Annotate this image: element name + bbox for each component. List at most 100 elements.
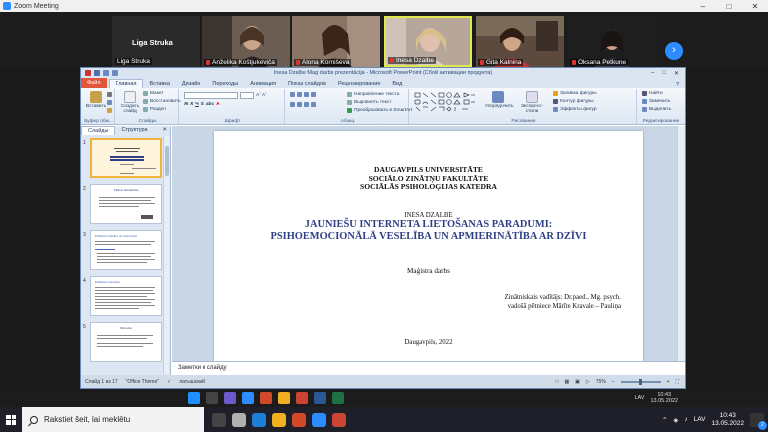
italic-button[interactable]: К [190, 102, 193, 107]
sorter-view-icon[interactable]: ▦ [564, 379, 569, 385]
file-explorer-icon[interactable] [272, 412, 286, 427]
powerpoint-icon[interactable] [296, 392, 308, 404]
shapes-gallery[interactable] [414, 92, 476, 114]
cut-button[interactable] [107, 92, 112, 97]
powerpoint-icon[interactable] [332, 412, 346, 427]
normal-view-icon[interactable]: □ [555, 379, 558, 385]
show-hidden-icon[interactable]: ⌃ [662, 416, 667, 424]
strike-button[interactable]: S [201, 102, 204, 107]
teams-icon[interactable] [224, 392, 236, 404]
close-pane-icon[interactable]: ✕ [159, 126, 170, 135]
participant-tile[interactable]: Alona Korniševa [292, 16, 380, 67]
tab-slideshow[interactable]: Показ слайдов [282, 80, 332, 88]
reset-button[interactable]: Восстановить [143, 99, 181, 104]
select-button[interactable]: Выделить [642, 107, 671, 112]
clock[interactable]: 10:43 13.05.2022 [711, 412, 744, 428]
bold-button[interactable]: Ж [184, 102, 188, 107]
mic-muted-icon [572, 59, 576, 65]
participant-tile[interactable]: Oksana Petkune [568, 16, 656, 67]
slide-thumbnail[interactable]: Pētījuma hipotēze [90, 276, 162, 316]
pane-scroll-thumb[interactable] [165, 146, 169, 176]
tab-outline[interactable]: Структура [115, 126, 153, 135]
editor-scrollbar[interactable] [677, 126, 685, 361]
tab-view[interactable]: Вид [386, 80, 408, 88]
slide-thumbnail[interactable]: Metodes [90, 322, 162, 362]
opera-icon[interactable] [260, 392, 272, 404]
arrange-button[interactable]: Упорядочить [485, 91, 514, 109]
participant-tile[interactable]: Anželika Koštjukeviča [202, 16, 290, 67]
start-icon[interactable] [188, 392, 200, 404]
zoom-icon[interactable] [312, 412, 326, 427]
notes-pane[interactable]: Заметки к слайду [172, 361, 685, 375]
taskbar-search[interactable]: Rakstiet šeit, lai meklētu [22, 407, 204, 432]
zoom-icon[interactable] [242, 392, 254, 404]
pane-scrollbar[interactable] [163, 136, 169, 374]
tab-transitions[interactable]: Переходы [206, 80, 244, 88]
font-name-box[interactable]: Aˆ Aˇ [184, 92, 267, 99]
font-size-grow[interactable]: Aˆ Aˇ [256, 93, 267, 98]
edge-icon[interactable] [252, 412, 266, 427]
participant-tile[interactable]: Gita Kalnina [476, 16, 564, 67]
smartart-button[interactable]: Преобразовать в SmartArt [347, 108, 412, 113]
underline-button[interactable]: Ч [195, 102, 198, 107]
text-direction-button[interactable]: Направление текста [347, 92, 399, 97]
volume-icon[interactable]: ♪ [684, 416, 687, 423]
search-icon[interactable] [206, 392, 218, 404]
tab-home[interactable]: Главная [108, 79, 144, 88]
slide-thumbnail[interactable] [90, 138, 162, 178]
paste-button[interactable]: Вставить [85, 91, 107, 109]
excel-icon[interactable] [332, 392, 344, 404]
tab-review[interactable]: Рецензирование [332, 80, 386, 88]
align-buttons[interactable] [290, 102, 316, 107]
font-color-button[interactable]: A [216, 102, 219, 107]
copy-button[interactable] [107, 100, 112, 105]
align-text-button[interactable]: Выровнять текст [347, 100, 391, 105]
fit-to-window-icon[interactable]: ⛶ [675, 379, 679, 385]
tab-file[interactable]: Файл [81, 78, 107, 88]
quick-styles-button[interactable]: Экспресс-стили [515, 91, 549, 114]
layout-button[interactable]: Макет [143, 91, 164, 96]
spellcheck-icon[interactable]: ✓ [167, 379, 171, 385]
shape-effects-button[interactable]: Эффекты фигур [553, 107, 597, 112]
tab-animations[interactable]: Анимация [244, 80, 282, 88]
task-view-icon[interactable] [212, 412, 226, 427]
system-tray: ⌃ ◈ ♪ LAV 10:43 13.05.2022 2 [662, 412, 768, 430]
reading-view-icon[interactable]: ▣ [575, 379, 580, 385]
network-icon[interactable]: ◈ [673, 416, 678, 424]
widgets-icon[interactable] [232, 412, 246, 427]
language-indicator[interactable]: латышский [179, 379, 205, 385]
format-painter-button[interactable] [107, 108, 112, 113]
close-button[interactable]: ✕ [742, 2, 768, 11]
slideshow-view-icon[interactable]: ▷ [586, 379, 590, 385]
maximize-button[interactable]: □ [716, 2, 742, 11]
replace-button[interactable]: Заменить [642, 99, 671, 104]
shadow-button[interactable]: abc [206, 102, 214, 107]
tab-slides[interactable]: Слайды [81, 126, 116, 135]
word-icon[interactable] [314, 392, 326, 404]
list-buttons[interactable] [290, 92, 316, 97]
zoom-slider[interactable] [620, 378, 661, 385]
zoom-in-button[interactable]: + [667, 379, 670, 385]
current-slide[interactable]: DAUGAVPILS UNIVERSITĀTE SOCIĀLO ZINĀTŅU … [214, 131, 643, 361]
minimize-button[interactable]: – [690, 2, 716, 11]
speaker-tile[interactable]: Liga Struka Liga Struka [112, 16, 200, 67]
tab-insert[interactable]: Вставка [143, 80, 175, 88]
justify-icon [311, 102, 316, 107]
language-indicator[interactable]: LAV [694, 416, 706, 423]
section-button[interactable]: Раздел [143, 107, 166, 112]
participant-tile[interactable]: Inesa Dzalbe [384, 16, 472, 67]
slide-thumbnail[interactable]: Tēmas aktualitāte [90, 184, 162, 224]
zoom-out-button[interactable]: – [612, 379, 615, 385]
shape-outline-button[interactable]: Контур фигуры [553, 99, 594, 104]
folder-icon[interactable] [278, 392, 290, 404]
notification-center-icon[interactable]: 2 [750, 412, 767, 430]
start-button[interactable] [0, 407, 22, 432]
shape-fill-button[interactable]: Заливка фигуры [553, 91, 597, 96]
slide-thumbnail[interactable]: Pētījuma mērķis un uzdevumi [90, 230, 162, 270]
find-button[interactable]: Найти [642, 91, 663, 96]
tab-design[interactable]: Дизайн [176, 80, 207, 88]
new-slide-button[interactable]: Создать слайд [119, 91, 141, 114]
next-page-button[interactable]: › [665, 42, 683, 60]
font-size-box[interactable] [240, 92, 254, 99]
opera-icon[interactable] [292, 412, 306, 427]
